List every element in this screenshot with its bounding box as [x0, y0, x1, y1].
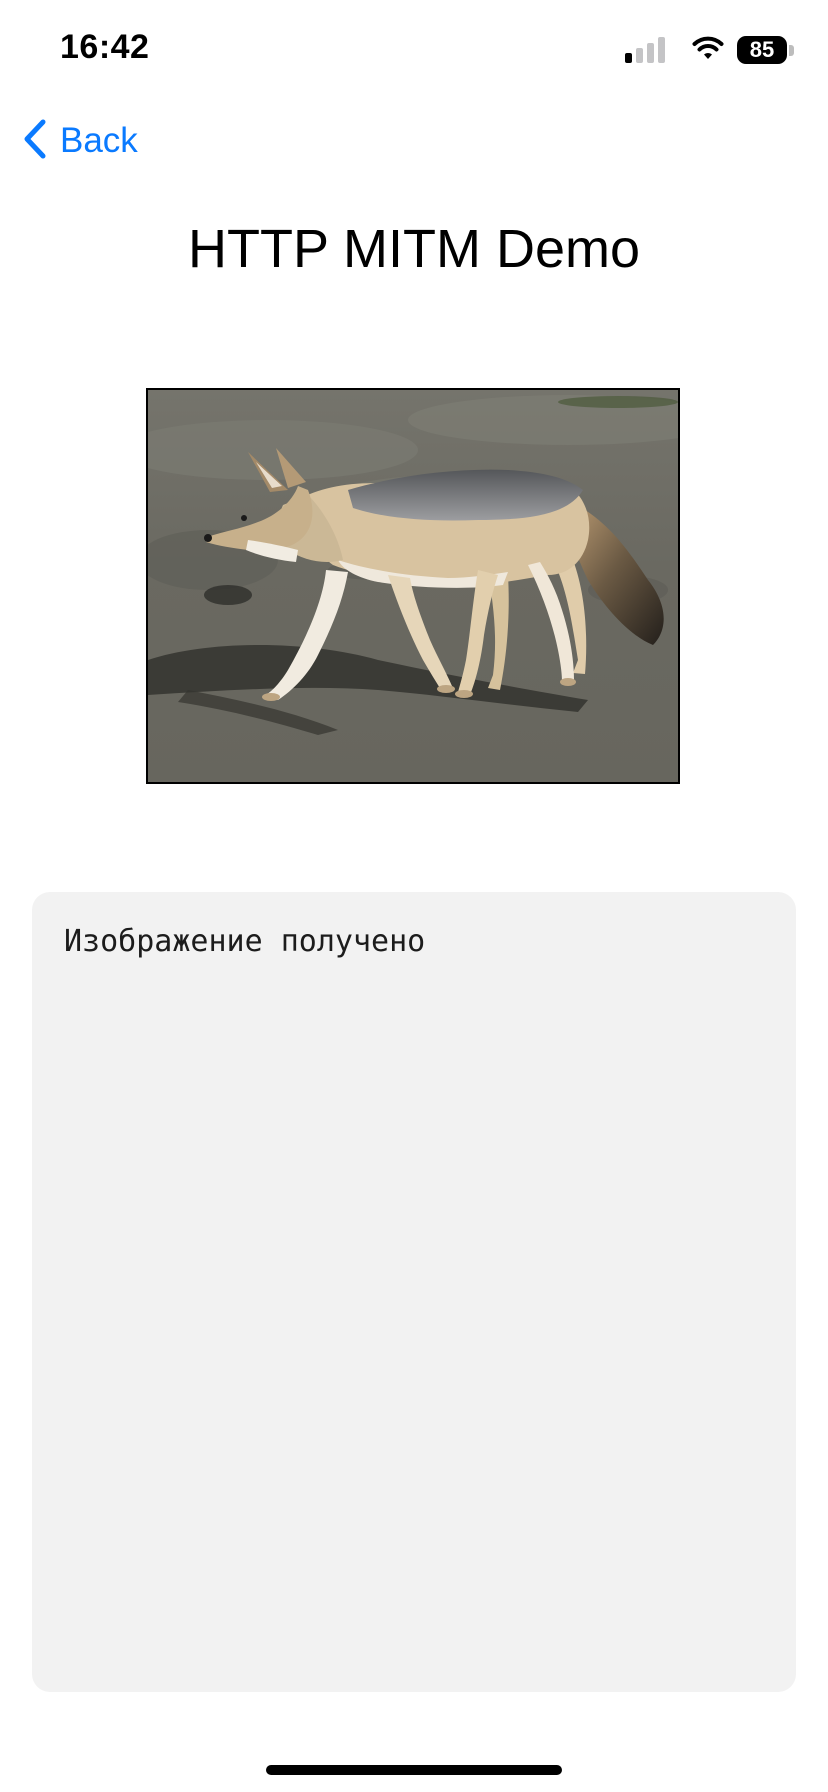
status-bar: 16:42 85: [0, 0, 828, 100]
log-panel: Изображение получено: [32, 892, 796, 1692]
battery-icon: 85: [737, 36, 794, 64]
status-time: 16:42: [60, 28, 150, 66]
wifi-icon: [691, 35, 725, 66]
battery-body: 85: [737, 36, 787, 64]
log-text: Изображение получено: [64, 924, 426, 959]
status-icons: 85: [625, 30, 794, 70]
back-label: Back: [60, 121, 138, 160]
chevron-left-icon: [22, 119, 48, 164]
battery-tip: [789, 44, 794, 56]
home-indicator[interactable]: [266, 1765, 562, 1775]
battery-level: 85: [749, 37, 775, 62]
page-title: HTTP MITM Demo: [187, 219, 640, 279]
back-button[interactable]: Back: [22, 116, 138, 166]
jackal-photo: [146, 388, 680, 784]
cellular-signal-icon: [625, 37, 669, 63]
